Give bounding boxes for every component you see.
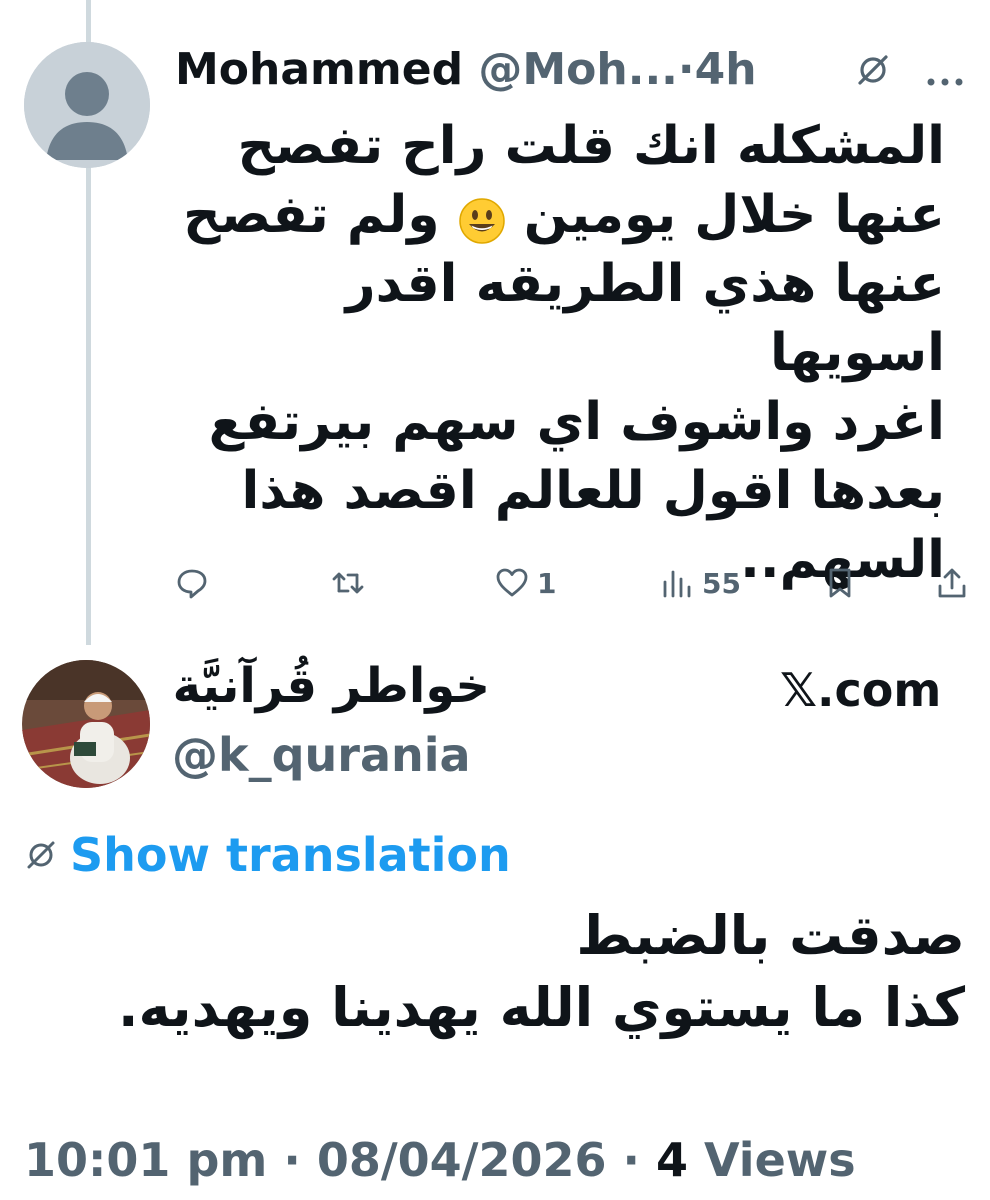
- quoted-author-name[interactable]: خواطر قُرآنيَّة: [170, 650, 490, 722]
- tweet-meta: 10:01 pm · 08/04/2026 · 4 Views: [24, 1130, 856, 1190]
- tweet-time[interactable]: 10:01 pm: [24, 1133, 267, 1187]
- reply-icon: [177, 569, 207, 599]
- retweet-button[interactable]: [330, 555, 366, 611]
- reply-action-bar: 1 55: [170, 555, 970, 611]
- bookmark-icon: [829, 568, 851, 598]
- meta-separator: ·: [622, 1133, 640, 1187]
- views-button[interactable]: 55: [660, 555, 741, 611]
- views-count: 55: [702, 566, 741, 600]
- quoted-author-avatar[interactable]: [22, 660, 150, 788]
- share-icon: [938, 568, 966, 598]
- reply-text-line-2-end: ولم تفصح: [183, 185, 440, 245]
- reply-text-line-2-start: عنها خلال يومين: [523, 185, 945, 245]
- share-button[interactable]: [935, 555, 969, 611]
- reply-text-line-3: عنها هذي الطريقه اقدر اسويها: [345, 254, 945, 383]
- views-count: 4: [655, 1133, 688, 1187]
- grok-icon[interactable]: [855, 44, 891, 104]
- main-tweet-text: صدقت بالضبط كذا ما يستوي الله يهدينا ويه…: [100, 900, 965, 1044]
- reply-text-line-2: عنها خلال يومين ولم تفصح: [175, 181, 945, 250]
- reply-text-line-4: اغرد واشوف اي سهم بيرتفع: [208, 392, 945, 452]
- reply-author-avatar[interactable]: [24, 42, 150, 168]
- main-text-line-2: كذا ما يستوي الله يهدينا ويهديه.: [118, 976, 965, 1039]
- boy-reading-quran-avatar-icon: [22, 660, 150, 788]
- reply-timestamp[interactable]: 4h: [695, 44, 757, 95]
- analytics-icon: [663, 570, 691, 598]
- quoted-author-handle[interactable]: @k_qurania: [172, 725, 471, 785]
- header-separator: ·: [677, 44, 695, 95]
- grinning-face-emoji-icon: [458, 194, 506, 244]
- tweet-date[interactable]: 08/04/2026: [317, 1133, 607, 1187]
- reply-text-line-1: المشكله انك قلت راح تفصح: [237, 116, 945, 176]
- grok-icon: [27, 841, 55, 869]
- bookmark-button[interactable]: [825, 555, 855, 611]
- meta-separator: ·: [283, 1133, 301, 1187]
- reply-tweet-text: المشكله انك قلت راح تفصح عنها خلال يومين…: [175, 112, 945, 595]
- main-text-line-1: صدقت بالضبط: [576, 904, 965, 967]
- reply-button[interactable]: [175, 555, 209, 611]
- views-label: Views: [704, 1133, 856, 1187]
- show-translation-link[interactable]: Show translation: [70, 825, 511, 885]
- reply-tweet-header: Mohammed @Moh...·4h: [175, 40, 975, 100]
- retweet-icon: [332, 572, 364, 594]
- reply-author-name[interactable]: Mohammed: [175, 44, 463, 95]
- default-avatar-icon: [24, 42, 150, 168]
- translate-row: Show translation: [24, 825, 511, 885]
- more-options-icon[interactable]: [925, 44, 965, 104]
- like-count: 1: [537, 566, 557, 600]
- x-logo-site[interactable]: 𝕏.com: [780, 660, 941, 720]
- like-button[interactable]: 1: [495, 555, 556, 611]
- reply-text-line-5: بعدها اقول للعالم اقصد هذا: [241, 461, 946, 521]
- reply-author-handle[interactable]: @Moh...: [478, 44, 677, 95]
- heart-icon: [496, 568, 528, 597]
